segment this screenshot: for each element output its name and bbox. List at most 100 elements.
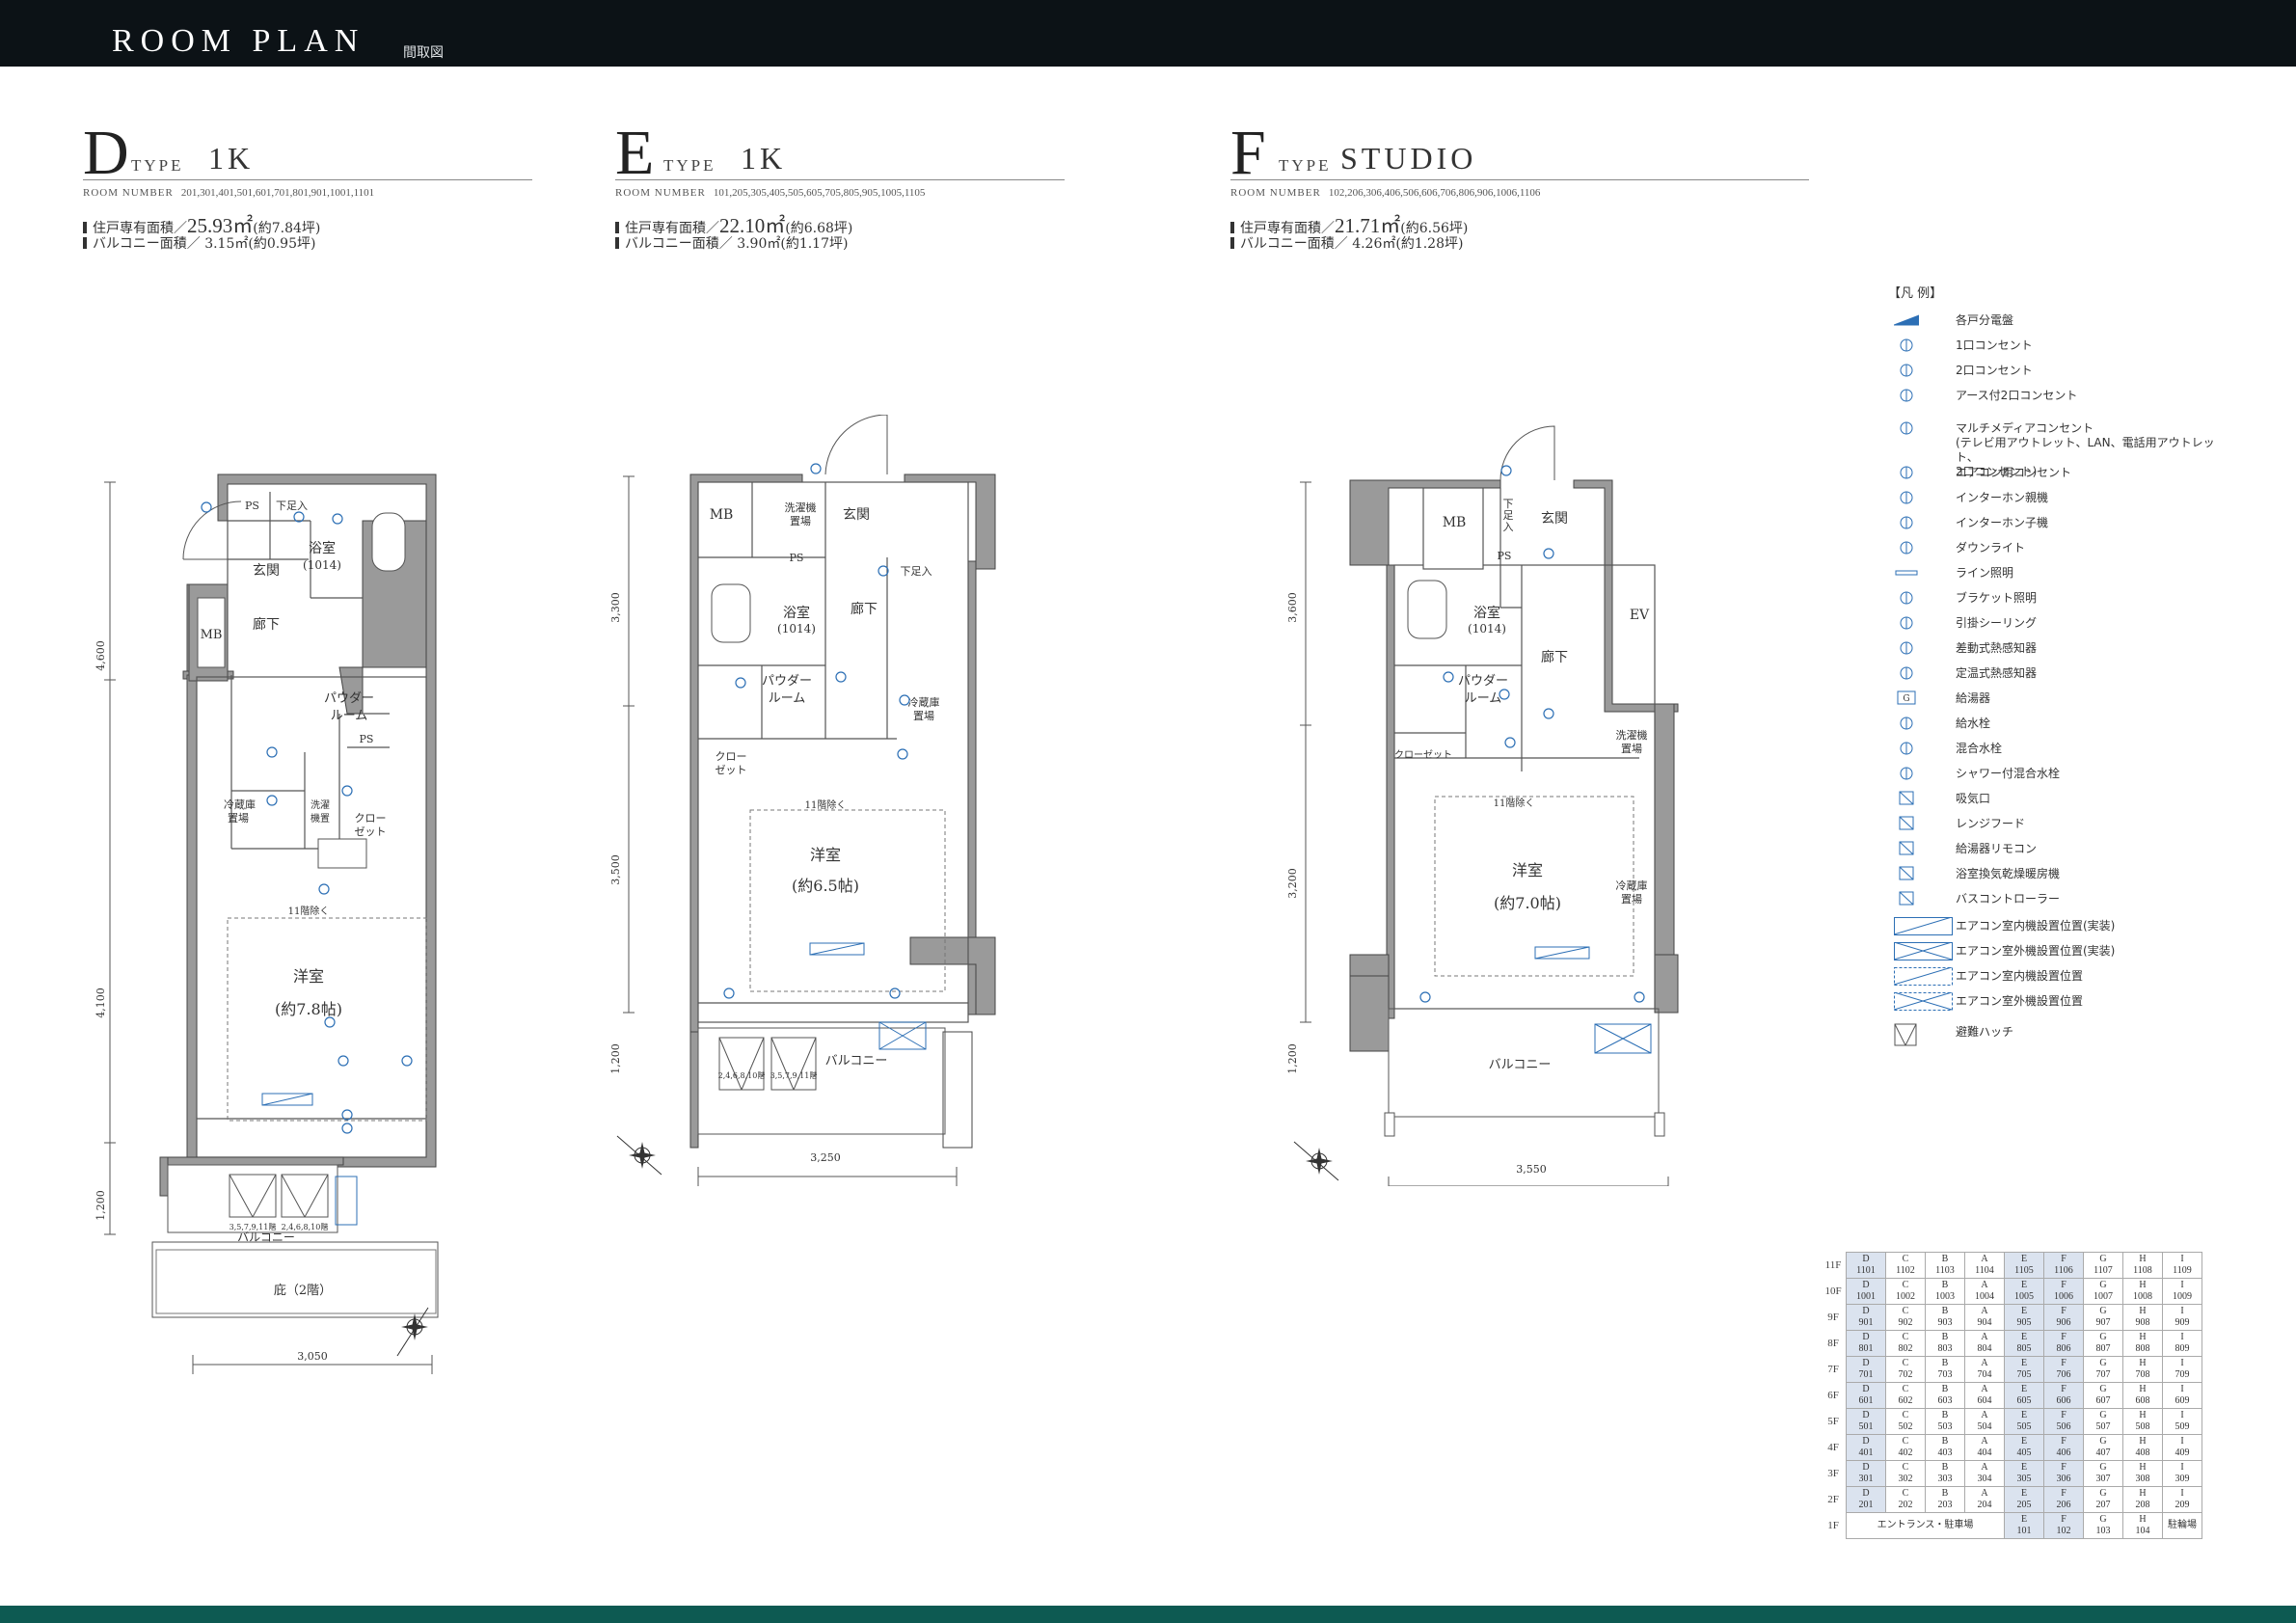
unit-cell: G 207: [2083, 1486, 2123, 1513]
unit-number: 709: [2174, 1369, 2190, 1380]
unit-cell: E 605: [2004, 1382, 2044, 1409]
legend-item: G 給湯器: [1888, 690, 2216, 709]
unit-cell: A 904: [1964, 1304, 2005, 1331]
unit-cell: H 308: [2122, 1460, 2163, 1487]
bath-size: (1014): [777, 622, 816, 636]
unit-cell: F 906: [2043, 1304, 2084, 1331]
unit-cell: E 1105: [2004, 1252, 2044, 1279]
unit-type: C: [1902, 1358, 1909, 1368]
legend-item: レンジフード: [1888, 815, 2216, 834]
legend-item: ブラケット照明: [1888, 589, 2216, 609]
dim-v2: 3,500: [609, 854, 622, 885]
powder-label-2: ルーム: [1465, 691, 1502, 706]
floor-row: 7F D 701 C 702 B 703 A 704 E 705 F 706 G 707 H 708 I 709: [1821, 1356, 2202, 1383]
room-numbers: ROOM NUMBER 102,206,306,406,506,606,706,8…: [1230, 187, 1541, 199]
unit-number: 809: [2174, 1343, 2190, 1354]
floor-label: 8F: [1827, 1338, 1839, 1349]
unit-type: I: [2180, 1462, 2184, 1473]
unit-type: H: [2139, 1384, 2147, 1394]
ps-label: PS: [1498, 550, 1512, 562]
footer-bar: [0, 1606, 2296, 1623]
unit-cell: G 907: [2083, 1304, 2123, 1331]
unit-number: 1108: [2133, 1265, 2152, 1276]
unit-number: 901: [1858, 1317, 1874, 1328]
unit-type: C: [1902, 1332, 1909, 1342]
legend-label: 各戸分電盤: [1956, 313, 2014, 327]
unit-number: 608: [2135, 1395, 2150, 1406]
bath-controller-icon: [1894, 890, 1919, 907]
floor-plan-e: MB 洗濯機 置場 玄関 PS 下足入 浴室 (1014) 廊下 パウダー ルー…: [609, 415, 996, 1186]
unit-type: I: [2180, 1384, 2184, 1394]
ev-label: EV: [1630, 608, 1650, 623]
unit-cell: E 505: [2004, 1408, 2044, 1435]
dim-v3: 1,200: [1286, 1043, 1299, 1074]
shoe-label: 下足入: [901, 565, 932, 578]
legend-item: 定温式熱感知器: [1888, 664, 2216, 684]
unit-cell: H 1008: [2122, 1278, 2163, 1305]
unit-number: 505: [2016, 1421, 2032, 1432]
unit-number: 503: [1937, 1421, 1953, 1432]
unit-cell: C 1002: [1885, 1278, 1926, 1305]
unit-number: 409: [2174, 1447, 2190, 1458]
unit-type: F: [2061, 1332, 2066, 1342]
unit-number: 908: [2135, 1317, 2150, 1328]
unit-number: 803: [1937, 1343, 1953, 1354]
unit-cell: E 905: [2004, 1304, 2044, 1331]
unit-type: A: [1981, 1488, 1988, 1499]
legend-item: ダウンライト: [1888, 539, 2216, 558]
unit-cell: D 501: [1846, 1408, 1886, 1435]
unit-cell: I 209: [2162, 1486, 2202, 1513]
unit-number: 1103: [1935, 1265, 1955, 1276]
unit-type: E: [2020, 1280, 2028, 1290]
unit-type: D: [1862, 1332, 1870, 1342]
unit-number: 401: [1858, 1447, 1874, 1458]
aircon-outdoor-position-icon: [1893, 991, 1953, 1011]
unit-cell: F 706: [2043, 1356, 2084, 1383]
unit-number: 1102: [1896, 1265, 1915, 1276]
hall-label: 廊下: [851, 601, 878, 617]
unit-cell: H 104: [2122, 1512, 2163, 1539]
unit-type: F: [2061, 1410, 2066, 1420]
mb-label: MB: [1443, 515, 1467, 530]
unit-type: D: [1862, 1280, 1870, 1290]
unit-number: 1106: [2054, 1265, 2073, 1276]
legend-label: アース付2口コンセント: [1956, 389, 2078, 402]
type-label: TYPE: [663, 156, 716, 175]
unit-number: 502: [1898, 1421, 1913, 1432]
legend-label: 浴室換気乾燥暖房機: [1956, 867, 2061, 880]
legend-title: 【凡 例】: [1888, 286, 1943, 301]
closet-label-2: ゼット: [716, 764, 747, 776]
unit-cell: F 306: [2043, 1460, 2084, 1487]
unit-type: I: [2180, 1488, 2184, 1499]
type-letter: D: [83, 118, 129, 188]
unit-cell: D 801: [1846, 1330, 1886, 1357]
legend-item: エアコン室内機設置位置(実装): [1888, 916, 2216, 936]
legend-label: インターホン親機: [1956, 491, 2049, 504]
floor-row: 1F エントランス・駐車場 E 101 F 102 G 103 H 104 駐輪場: [1821, 1512, 2202, 1539]
unit-number: 904: [1977, 1317, 1992, 1328]
compass-icon: [616, 1135, 662, 1176]
unit-cell: F 1106: [2043, 1252, 2084, 1279]
legend-label: エアコン室外機設置位置(実装): [1956, 944, 2116, 958]
unit-number: 708: [2135, 1369, 2150, 1380]
powder-label-1: パウダー: [324, 691, 374, 706]
unit-type: C: [1902, 1436, 1909, 1447]
unit-cell: D 1001: [1846, 1278, 1886, 1305]
unit-number: 309: [2174, 1474, 2190, 1484]
mb-label: MB: [201, 628, 223, 642]
unit-type: A: [1981, 1280, 1988, 1290]
unit-number: 703: [1937, 1369, 1953, 1380]
unit-number: 1101: [1856, 1265, 1876, 1276]
unit-cell: C 602: [1885, 1382, 1926, 1409]
room-size: (約7.8帖): [275, 1000, 342, 1018]
legend-item: インターホン子機: [1888, 514, 2216, 533]
intercom-main-icon: [1894, 489, 1919, 506]
unit-type: B: [1941, 1488, 1949, 1499]
closet-label-1: クロー: [355, 812, 387, 825]
ps-label: PS: [790, 552, 804, 564]
type-letter: F: [1230, 118, 1266, 188]
unit-number: 605: [2016, 1395, 2032, 1406]
unit-type: D: [1862, 1410, 1870, 1420]
unit-type: D: [1862, 1254, 1870, 1264]
legend-item: 差動式熱感知器: [1888, 639, 2216, 659]
